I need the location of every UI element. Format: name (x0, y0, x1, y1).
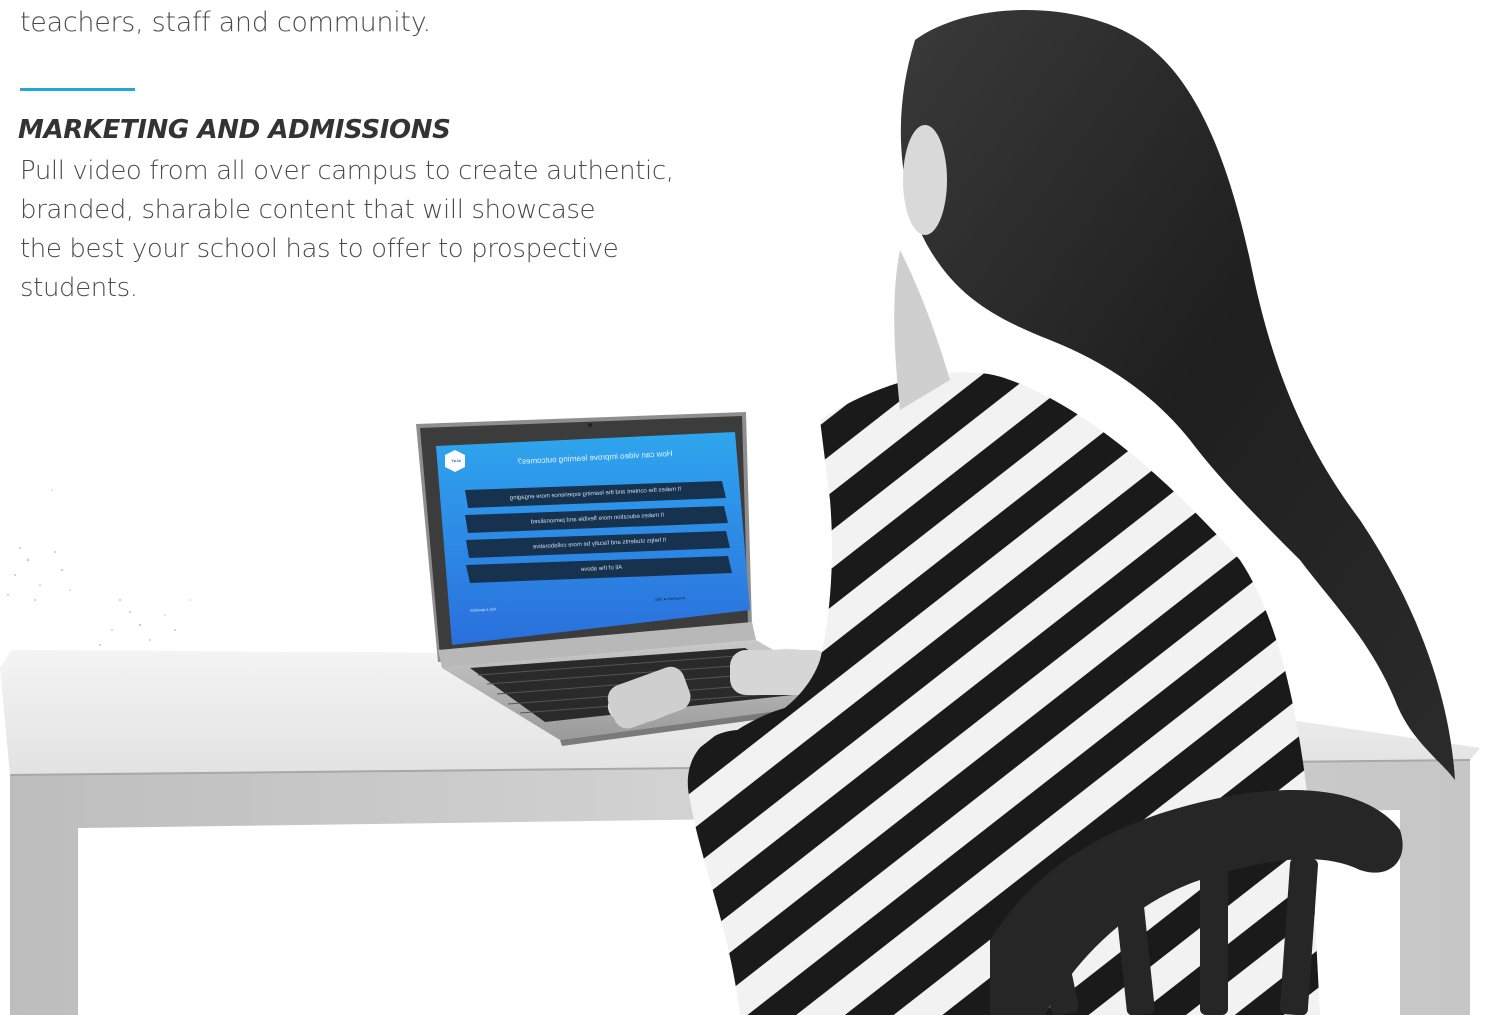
long-hair (900, 10, 1455, 780)
table-top (0, 650, 1480, 775)
intro-text-fragment: teachers, staff and community. (20, 7, 431, 38)
table-front (10, 760, 1470, 1015)
hand-left (607, 676, 683, 724)
laptop-screen-option: It makes the content and the learning ex… (509, 486, 682, 502)
section-body-line: Pull video from all over campus to creat… (20, 156, 674, 186)
laptop-screen-option: It makes education more flexible and per… (530, 512, 665, 526)
section-body: Pull video from all over campus to creat… (20, 152, 710, 308)
laptop-screen-option: All of the above (580, 564, 623, 574)
hand-right (730, 648, 820, 692)
speckle-texture (7, 489, 191, 701)
section-body-line: branded, sharable content that will show… (20, 195, 596, 225)
section-body-line: the best your school has to offer to pro… (20, 234, 619, 264)
laptop-screen-option: It helps students and faculty be more co… (532, 537, 667, 551)
laptop-screen-logo: YuJa (451, 458, 461, 463)
table-opening (78, 810, 1400, 1015)
accent-divider (20, 88, 135, 91)
section-body-line: students. (20, 273, 138, 303)
section-heading: MARKETING AND ADMISSIONS (18, 115, 451, 145)
laptop (416, 412, 860, 746)
laptop-screen-question: How can video improve learning outcomes? (517, 448, 673, 467)
striped-shirt (687, 372, 1320, 1015)
chair (990, 790, 1403, 1015)
laptop-screen-footer-right: Answered ● Skip (654, 595, 686, 602)
laptop-screen-footer-left: Ask a question (469, 606, 497, 613)
